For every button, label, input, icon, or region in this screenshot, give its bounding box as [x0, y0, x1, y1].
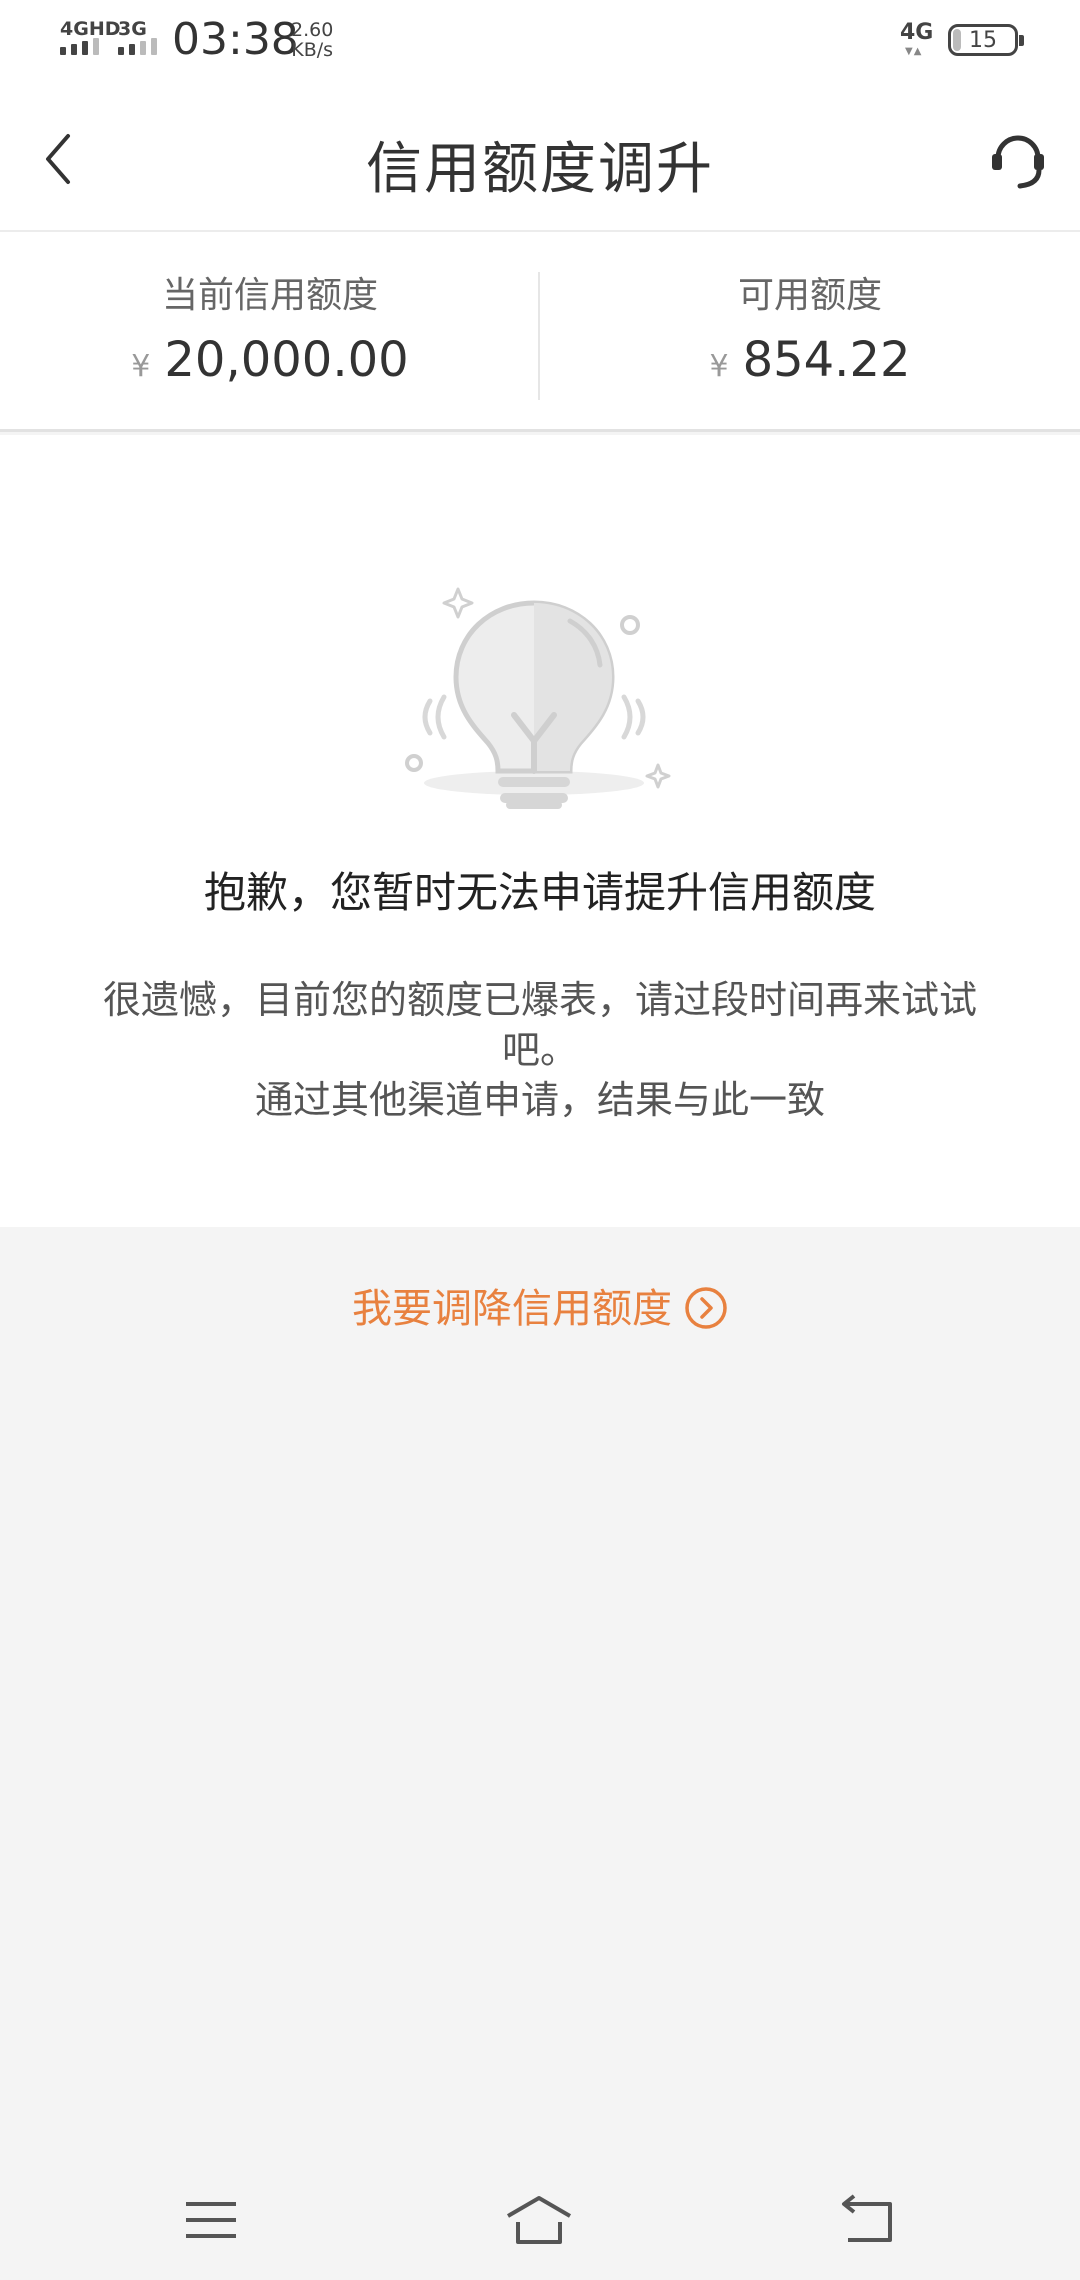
nav-bar: 信用额度调升: [0, 84, 1080, 232]
result-card: 抱歉，您暂时无法申请提升信用额度 很遗憾，目前您的额度已爆表，请过段时间再来试试…: [0, 435, 1080, 1227]
signal-bars-icon: [118, 38, 157, 55]
battery-level: 15: [969, 27, 997, 53]
menu-icon: [186, 2202, 236, 2238]
network-4g-indicator: 4GHD: [60, 18, 121, 40]
current-credit-block: 当前信用额度 ¥20,000.00: [0, 266, 540, 388]
customer-service-button[interactable]: [988, 128, 1048, 190]
credit-summary: 当前信用额度 ¥20,000.00 可用额度 ¥854.22: [0, 232, 1080, 432]
battery-icon: 15: [948, 24, 1024, 56]
network-speed-value: 2.60: [291, 19, 334, 41]
chevron-right-circle-icon: [685, 1287, 727, 1329]
currency-symbol: ¥: [709, 349, 729, 384]
result-description-line: 通过其他渠道申请，结果与此一致: [254, 1078, 825, 1122]
network-4g-right: 4G: [900, 20, 934, 45]
result-description: 很遗憾，目前您的额度已爆表，请过段时间再来试试吧。 通过其他渠道申请，结果与此一…: [70, 975, 1010, 1125]
page-title: 信用额度调升: [366, 137, 714, 202]
system-nav-bar: [0, 2160, 1080, 2280]
available-credit-value: 854.22: [742, 332, 911, 388]
signal-bars-icon: [60, 38, 99, 55]
available-credit-amount: ¥854.22: [540, 332, 1080, 388]
menu-button[interactable]: [176, 2190, 246, 2250]
status-bar: 4GHD 3G 03:38 2.60 KB/s 4G ▼▲ 15: [0, 0, 1080, 84]
return-icon: [842, 2194, 892, 2242]
available-credit-block: 可用额度 ¥854.22: [540, 266, 1080, 388]
network-speed: 2.60 KB/s: [291, 20, 333, 60]
result-description-line: 很遗憾，目前您的额度已爆表，请过段时间再来试试吧。: [102, 978, 977, 1072]
current-credit-value: 20,000.00: [164, 332, 409, 388]
home-icon: [506, 2196, 572, 2244]
lower-credit-label: 我要调降信用额度: [352, 1286, 672, 1332]
currency-symbol: ¥: [131, 349, 151, 384]
headset-icon: [992, 135, 1044, 189]
current-credit-amount: ¥20,000.00: [0, 332, 540, 388]
available-credit-label: 可用额度: [737, 275, 882, 316]
network-speed-unit: KB/s: [291, 39, 334, 61]
current-credit-label: 当前信用额度: [161, 275, 378, 316]
system-back-button[interactable]: [834, 2190, 904, 2250]
result-title: 抱歉，您暂时无法申请提升信用额度: [203, 868, 876, 917]
network-3g-indicator: 3G: [118, 18, 147, 40]
lightbulb-icon: [405, 587, 671, 809]
clock: 03:38: [172, 14, 299, 65]
home-button[interactable]: [504, 2190, 574, 2250]
data-arrows-icon: ▼▲: [905, 46, 923, 57]
lower-credit-link[interactable]: 我要调降信用额度: [0, 1276, 1080, 1334]
